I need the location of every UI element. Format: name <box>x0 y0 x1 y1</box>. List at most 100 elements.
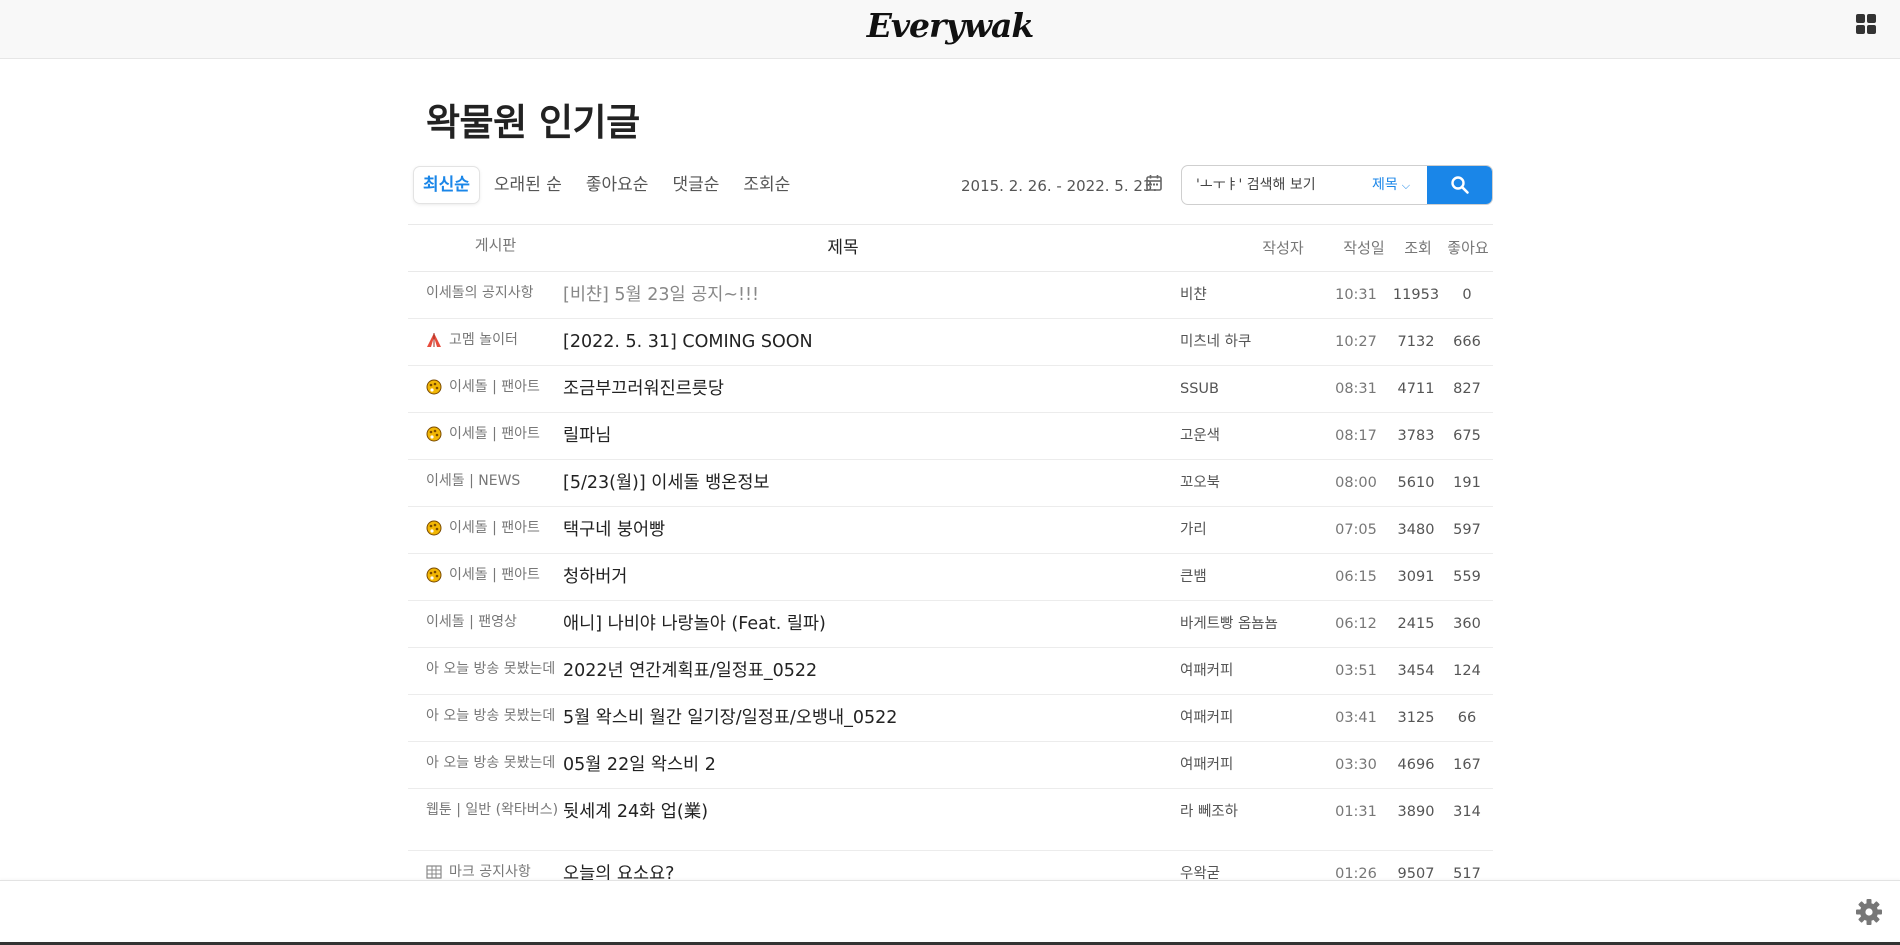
post-title-link[interactable]: 애니] 나비야 나랑놀아 (Feat. 릴파) <box>563 601 826 647</box>
board-name[interactable]: 이세돌 | 팬아트 <box>426 425 566 443</box>
chevron-down-icon: ⌵ <box>1401 179 1411 192</box>
sort-tab-comments[interactable]: 댓글순 <box>663 167 728 203</box>
post-views: 5610 <box>1397 475 1435 491</box>
board-label: 이세돌 | 팬영상 <box>426 614 517 630</box>
post-title-link[interactable]: [비챤] 5월 23일 공지~!!! <box>563 272 759 318</box>
table-row[interactable]: 아 오늘 방송 못봤는데 5월 왁스비 월간 일기장/일정표/오뱅내_0522 여패… <box>408 695 1493 742</box>
table-row[interactable]: 아 오늘 방송 못봤는데 05월 22일 왁스비 2 여패커피 03:30 4696 16… <box>408 742 1493 789</box>
post-likes: 191 <box>1453 475 1481 491</box>
footer-bar <box>0 880 1900 945</box>
post-author[interactable]: 바게트빵 옴뇸뇸 <box>1180 601 1278 647</box>
header-board: 게시판 <box>474 236 517 254</box>
table-row[interactable]: 웹툰 | 일반 (왁타버스) 뒷세계 24화 업(業) 라 뻬조하 01:31 3890… <box>408 789 1493 851</box>
post-author[interactable]: 가리 <box>1180 507 1207 553</box>
board-name[interactable]: 아 오늘 방송 못봤는데 <box>426 660 566 678</box>
post-likes: 314 <box>1453 804 1481 820</box>
table-row[interactable]: 이세돌 | NEWS [5/23(월)] 이세돌 뱅온정보 꼬오북 08:00 5610… <box>408 460 1493 507</box>
post-date: 10:27 <box>1335 334 1377 350</box>
board-name[interactable]: 고멤 놀이터 <box>426 331 566 349</box>
table-row[interactable]: 이세돌 | 팬아트 릴파님 고운색 08:17 3783 675 <box>408 413 1493 460</box>
board-label: 이세돌 | 팬아트 <box>449 520 540 536</box>
sort-tab-latest[interactable]: 최신순 <box>414 167 479 203</box>
post-likes: 0 <box>1462 287 1472 303</box>
board-label: 고멤 놀이터 <box>449 332 518 348</box>
table-row[interactable]: 이세돌 | 팬아트 택구네 붕어빵 가리 07:05 3480 597 <box>408 507 1493 554</box>
post-views: 4711 <box>1397 381 1435 397</box>
post-date: 10:31 <box>1335 287 1377 303</box>
board-name[interactable]: 마크 공지사항 <box>426 863 566 881</box>
post-author[interactable]: 여패커피 <box>1180 648 1233 694</box>
search-icon <box>1450 176 1469 194</box>
post-likes: 675 <box>1453 428 1481 444</box>
post-likes: 597 <box>1453 522 1481 538</box>
top-bar: Everywak <box>0 0 1900 59</box>
post-title-link[interactable]: 청하버거 <box>563 554 627 600</box>
search-type-select[interactable]: 제목 ⌵ <box>1372 166 1410 204</box>
page-title: 왁물원 인기글 <box>426 101 640 144</box>
board-label: 아 오늘 방송 못봤는데 <box>426 755 556 771</box>
post-views: 3091 <box>1397 569 1435 585</box>
calendar-icon[interactable] <box>1146 174 1162 191</box>
post-author[interactable]: 여패커피 <box>1180 695 1233 741</box>
post-author[interactable]: 여패커피 <box>1180 742 1233 788</box>
table-row[interactable]: 아 오늘 방송 못봤는데 2022년 연간계획표/일정표_0522 여패커피 03:5… <box>408 648 1493 695</box>
table-row[interactable]: 고멤 놀이터 [2022. 5. 31] COMING SOON 미츠네 하쿠 10:… <box>408 319 1493 366</box>
board-label: 이세돌 | NEWS <box>426 473 521 489</box>
table-header: 게시판 제목 작성자 작성일 조회 좋아요 <box>408 224 1493 272</box>
post-title-link[interactable]: 뒷세계 24화 업(業) <box>563 789 708 835</box>
post-title-link[interactable]: 05월 22일 왁스비 2 <box>563 742 716 788</box>
board-name[interactable]: 이세돌 | NEWS <box>426 472 566 490</box>
post-date: 08:00 <box>1335 475 1377 491</box>
sort-tabs: 최신순 오래된 순 좋아요순 댓글순 조회순 <box>414 167 799 203</box>
sort-tab-oldest[interactable]: 오래된 순 <box>485 167 571 203</box>
post-title-link[interactable]: 2022년 연간계획표/일정표_0522 <box>563 648 817 694</box>
post-author[interactable]: 꼬오북 <box>1180 460 1220 506</box>
board-name[interactable]: 이세돌의 공지사항 <box>426 284 566 302</box>
post-likes: 167 <box>1453 757 1481 773</box>
board-name[interactable]: 웹툰 | 일반 (왁타버스) <box>426 801 566 819</box>
post-title-link[interactable]: 릴파님 <box>563 413 611 459</box>
table-row[interactable]: 이세돌 | 팬아트 청하버거 큰뱀 06:15 3091 559 <box>408 554 1493 601</box>
post-views: 4696 <box>1397 757 1435 773</box>
post-title-link[interactable]: [5/23(월)] 이세돌 뱅온정보 <box>563 460 770 506</box>
post-author[interactable]: 비챤 <box>1180 272 1207 318</box>
post-title-link[interactable]: 5월 왁스비 월간 일기장/일정표/오뱅내_0522 <box>563 695 897 741</box>
header-likes: 좋아요 <box>1447 239 1489 257</box>
board-name[interactable]: 이세돌 | 팬영상 <box>426 613 566 631</box>
date-range[interactable]: 2015. 2. 26. - 2022. 5. 23. <box>961 177 1157 195</box>
board-name[interactable]: 아 오늘 방송 못봤는데 <box>426 754 566 772</box>
search-input[interactable] <box>1182 166 1376 204</box>
sort-tab-likes[interactable]: 좋아요순 <box>577 167 658 203</box>
board-name[interactable]: 이세돌 | 팬아트 <box>426 566 566 584</box>
everywak-logo[interactable]: Everywak <box>0 0 1900 58</box>
board-name[interactable]: 아 오늘 방송 못봤는데 <box>426 707 566 725</box>
post-title-link[interactable]: 조금부끄러워진르릇당 <box>563 366 724 412</box>
search-button[interactable] <box>1427 166 1492 204</box>
post-title-link[interactable]: 택구네 붕어빵 <box>563 507 665 553</box>
post-author[interactable]: 미츠네 하쿠 <box>1180 319 1251 365</box>
board-label: 이세돌 | 팬아트 <box>449 567 540 583</box>
board-label: 웹툰 | 일반 (왁타버스) <box>426 802 559 818</box>
post-likes: 124 <box>1453 663 1481 679</box>
post-likes: 827 <box>1453 381 1481 397</box>
board-label: 이세돌 | 팬아트 <box>449 379 540 395</box>
post-author[interactable]: 고운색 <box>1180 413 1220 459</box>
sort-tab-views[interactable]: 조회순 <box>734 167 799 203</box>
board-name[interactable]: 이세돌 | 팬아트 <box>426 519 566 537</box>
post-author[interactable]: SSUB <box>1180 366 1219 412</box>
post-views: 3783 <box>1397 428 1435 444</box>
gear-icon[interactable] <box>1854 897 1884 927</box>
apps-grid-icon[interactable] <box>1856 14 1876 34</box>
post-likes: 360 <box>1453 616 1481 632</box>
post-views: 3454 <box>1397 663 1435 679</box>
board-name[interactable]: 이세돌 | 팬아트 <box>426 378 566 396</box>
board-label: 이세돌의 공지사항 <box>426 285 534 301</box>
table-row[interactable]: 이세돌 | 팬아트 조금부끄러워진르릇당 SSUB 08:31 4711 827 <box>408 366 1493 413</box>
post-author[interactable]: 큰뱀 <box>1180 554 1207 600</box>
post-views: 11953 <box>1392 287 1440 303</box>
post-author[interactable]: 라 뻬조하 <box>1180 789 1238 835</box>
post-views: 2415 <box>1397 616 1435 632</box>
table-row[interactable]: 이세돌의 공지사항 [비챤] 5월 23일 공지~!!! 비챤 10:31 11953 0 <box>408 272 1493 319</box>
table-row[interactable]: 이세돌 | 팬영상 애니] 나비야 나랑놀아 (Feat. 릴파) 바게트빵 옴뇸뇸… <box>408 601 1493 648</box>
post-title-link[interactable]: [2022. 5. 31] COMING SOON <box>563 319 813 365</box>
